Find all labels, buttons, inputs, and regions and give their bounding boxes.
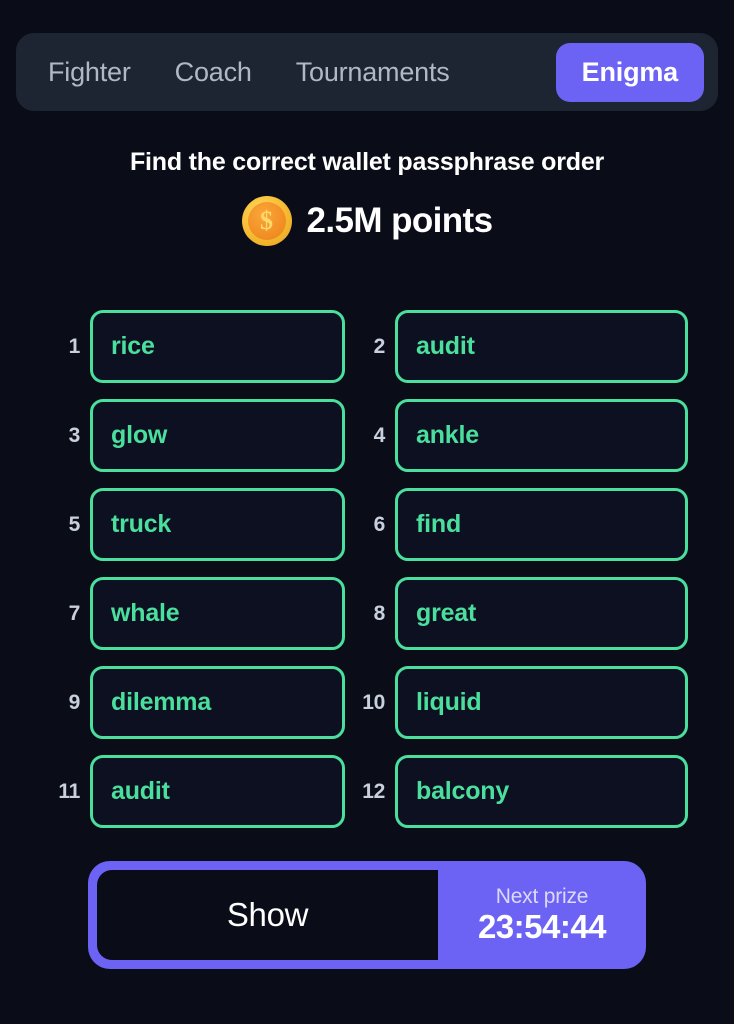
word-box[interactable]: great [395, 577, 688, 650]
word-index: 4 [373, 423, 386, 447]
next-prize-label: Next prize [495, 885, 589, 909]
word-cell-12: 12 balcony [353, 755, 688, 828]
word-cell-1: 1 rice [48, 310, 345, 383]
word-box[interactable]: audit [395, 310, 688, 383]
word-cell-6: 6 find [353, 488, 688, 561]
word-index: 1 [68, 334, 81, 358]
nav-tab-fighter[interactable]: Fighter [26, 45, 153, 100]
word-cell-7: 7 whale [48, 577, 345, 650]
word-index: 7 [68, 601, 81, 625]
word-index: 6 [373, 512, 386, 536]
enigma-screen: Fighter Coach Tournaments Enigma Find th… [0, 0, 734, 1024]
word-box[interactable]: whale [90, 577, 345, 650]
points-row: $ 2.5M points [0, 196, 734, 246]
word-box[interactable]: glow [90, 399, 345, 472]
word-box[interactable]: find [395, 488, 688, 561]
word-cell-8: 8 great [353, 577, 688, 650]
show-button[interactable]: Show [97, 870, 438, 960]
word-box[interactable]: audit [90, 755, 345, 828]
word-cell-5: 5 truck [48, 488, 345, 561]
next-prize-panel[interactable]: Next prize 23:54:44 [438, 861, 646, 969]
word-cell-11: 11 audit [48, 755, 345, 828]
word-index: 3 [68, 423, 81, 447]
nav-tab-coach[interactable]: Coach [153, 45, 274, 100]
word-index: 8 [373, 601, 386, 625]
passphrase-word-grid: 1 rice 2 audit 3 glow 4 ankle 5 truck 6 … [48, 310, 688, 828]
next-prize-timer: 23:54:44 [477, 908, 607, 946]
word-box[interactable]: balcony [395, 755, 688, 828]
top-navigation-bar: Fighter Coach Tournaments Enigma [16, 33, 718, 111]
word-cell-4: 4 ankle [353, 399, 688, 472]
gold-coin-dollar-icon: $ [241, 196, 292, 246]
show-button-wrapper: Show [88, 861, 438, 969]
bottom-action-bar: Show Next prize 23:54:44 [88, 861, 646, 969]
word-box[interactable]: dilemma [90, 666, 345, 739]
word-box[interactable]: rice [90, 310, 345, 383]
word-index: 11 [58, 779, 80, 803]
word-box[interactable]: ankle [395, 399, 688, 472]
word-cell-9: 9 dilemma [48, 666, 345, 739]
points-value: 2.5M points [306, 201, 494, 240]
word-index: 9 [68, 690, 81, 714]
nav-tab-enigma[interactable]: Enigma [555, 42, 704, 102]
word-cell-2: 2 audit [353, 310, 688, 383]
word-index: 10 [362, 690, 385, 714]
word-cell-10: 10 liquid [353, 666, 688, 739]
word-box[interactable]: liquid [395, 666, 688, 739]
word-index: 5 [68, 512, 81, 536]
word-cell-3: 3 glow [48, 399, 345, 472]
coin-dollar-symbol: $ [247, 202, 286, 240]
word-index: 12 [362, 779, 385, 803]
page-title: Find the correct wallet passphrase order [129, 148, 605, 176]
nav-tab-tournaments[interactable]: Tournaments [274, 45, 472, 100]
word-index: 2 [373, 334, 386, 358]
word-box[interactable]: truck [90, 488, 345, 561]
